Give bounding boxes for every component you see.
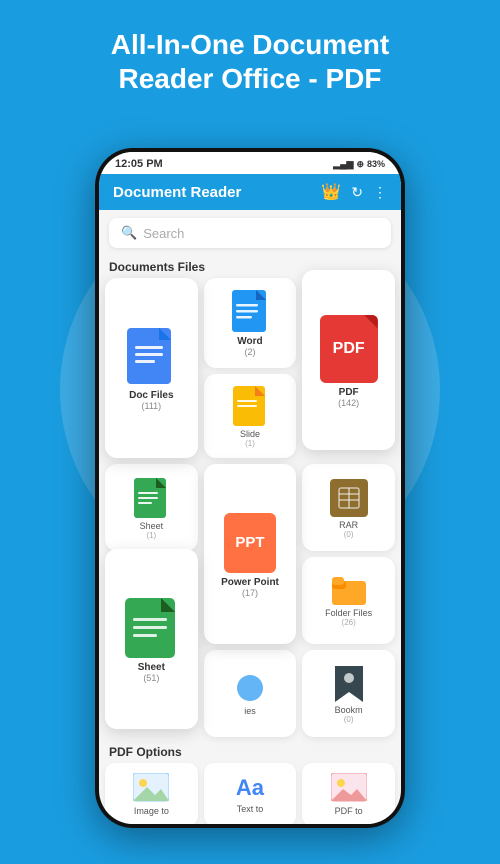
rar-label: RAR: [339, 520, 358, 530]
search-placeholder: Search: [143, 226, 184, 241]
wifi-icon: ⊕: [356, 159, 364, 170]
app-bar-icons: 👑 ↻ ⋮: [321, 182, 387, 202]
pdf-to-card[interactable]: PDF to: [302, 763, 395, 824]
app-bar: Document Reader 👑 ↻ ⋮: [99, 174, 401, 210]
slide-card[interactable]: Slide (1): [204, 374, 297, 459]
doc-files-count: (111): [141, 401, 161, 411]
sheet-right-card[interactable]: Sheet (51): [105, 549, 198, 729]
pdf-options-grid: Image to Aa Text to PDF to: [99, 763, 401, 824]
text-to-label: Text to: [237, 804, 264, 814]
app-header: All-In-One DocumentReader Office - PDF: [0, 0, 500, 115]
slide-label: Slide: [240, 429, 260, 439]
folder-label: Folder Files: [325, 608, 372, 618]
sheet-right-icon: [125, 598, 177, 658]
sheet-right-count: (51): [143, 673, 159, 683]
pdf-to-icon: [331, 773, 367, 803]
bookmark-label: Bookm: [335, 705, 363, 715]
image-to-icon: [133, 773, 169, 803]
more-icon[interactable]: ⋮: [373, 184, 387, 201]
image-to-card[interactable]: Image to: [105, 763, 198, 824]
battery-icon: 83%: [367, 159, 385, 169]
bookmark-icon: [335, 666, 363, 702]
search-icon: 🔍: [121, 225, 137, 241]
pdf-card[interactable]: PDF PDF (142): [302, 270, 395, 450]
image-to-label: Image to: [134, 806, 169, 816]
ies-label: ies: [244, 706, 256, 716]
bookmark-card[interactable]: Bookm (0): [302, 650, 395, 737]
text-to-card[interactable]: Aa Text to: [204, 763, 297, 824]
rar-icon: [330, 479, 368, 517]
ppt-label: Power Point: [221, 577, 279, 588]
pdf-icon: PDF: [320, 315, 378, 383]
doc-files-label: Doc Files: [129, 390, 173, 401]
word-card[interactable]: Word (2): [204, 278, 297, 368]
slide-icon: [233, 386, 267, 426]
word-label: Word: [237, 336, 262, 347]
doc-file-icon: [127, 328, 175, 386]
ies-icon: [235, 673, 265, 703]
word-icon: [232, 290, 268, 332]
sheet-small-count: (1): [146, 531, 156, 540]
rar-count: (0): [344, 530, 354, 539]
phone-frame: 12:05 PM ▂▄▆ ⊕ 83% Document Reader 👑 ↻ ⋮…: [95, 148, 405, 828]
search-bar[interactable]: 🔍 Search: [109, 218, 391, 248]
bookmark-count: (0): [344, 715, 354, 724]
pdf-options-label: PDF Options: [99, 741, 401, 763]
pdf-to-label: PDF to: [335, 806, 363, 816]
word-count: (2): [244, 347, 255, 357]
slide-count: (1): [245, 439, 255, 448]
status-time: 12:05 PM: [115, 158, 163, 170]
crown-icon[interactable]: 👑: [321, 182, 341, 202]
ppt-icon: PPT: [224, 513, 276, 573]
files-grid: Doc Files (111) Word (2) PDF: [99, 278, 401, 741]
pdf-label: PDF: [339, 387, 359, 398]
ies-card[interactable]: ies: [204, 650, 297, 737]
pdf-count: (142): [338, 398, 359, 408]
status-bar: 12:05 PM ▂▄▆ ⊕ 83%: [99, 152, 401, 174]
folder-card[interactable]: Folder Files (26): [302, 557, 395, 644]
sheet-small-label: Sheet: [140, 521, 164, 531]
rar-card[interactable]: RAR (0): [302, 464, 395, 551]
ppt-card[interactable]: PPT Power Point (17): [204, 464, 297, 644]
sheet-small-card[interactable]: Sheet (1): [105, 464, 198, 551]
phone-screen: 12:05 PM ▂▄▆ ⊕ 83% Document Reader 👑 ↻ ⋮…: [99, 152, 401, 824]
ppt-count: (17): [242, 588, 258, 598]
sheet-small-icon: [134, 478, 168, 518]
app-title: Document Reader: [113, 184, 241, 201]
status-icons: ▂▄▆ ⊕ 83%: [333, 159, 385, 170]
folder-icon: [332, 577, 366, 605]
signal-icon: ▂▄▆: [333, 159, 353, 170]
doc-files-card[interactable]: Doc Files (111): [105, 278, 198, 458]
folder-count: (26): [342, 618, 356, 627]
refresh-icon[interactable]: ↻: [351, 184, 363, 201]
text-to-icon: Aa: [236, 775, 264, 801]
sheet-right-label: Sheet: [138, 662, 165, 673]
